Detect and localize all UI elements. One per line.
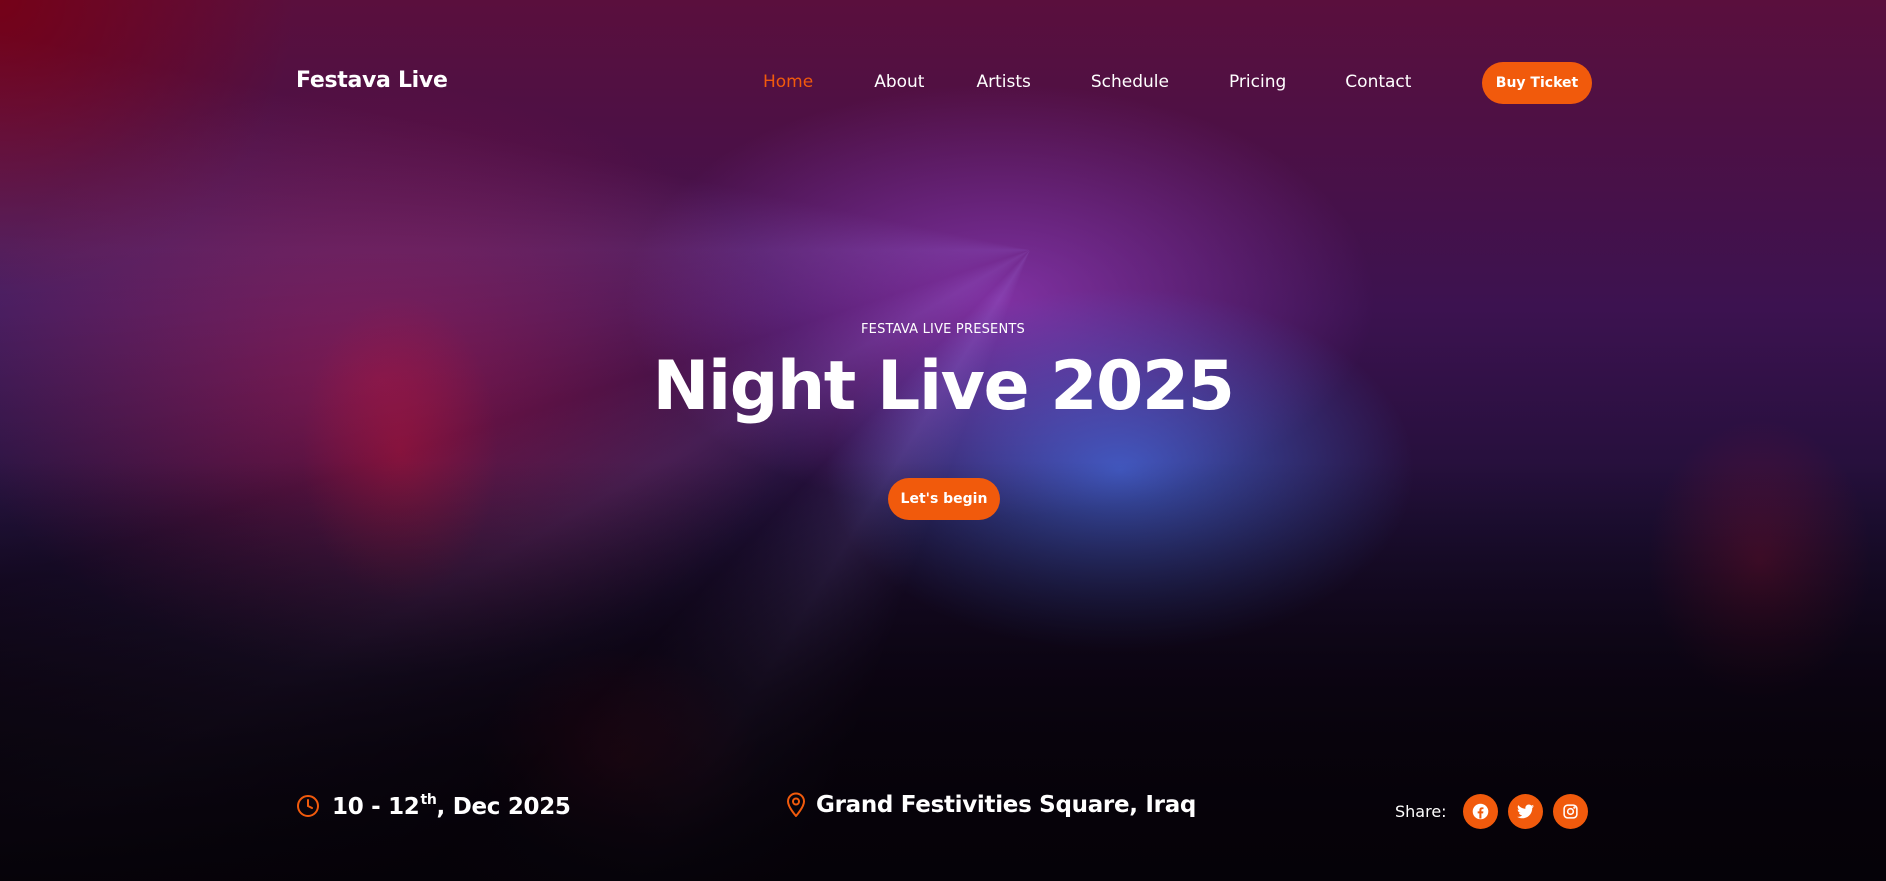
event-date: 10 - 12th, Dec 2025 [296,792,571,820]
lets-begin-button[interactable]: Let's begin [888,478,1000,520]
crowd-silhouette [0,461,1886,881]
event-location-text: Grand Festivities Square, Iraq [816,792,1197,818]
nav-pricing[interactable]: Pricing [1229,72,1286,92]
nav-artists[interactable]: Artists [976,72,1030,92]
map-pin-icon [786,792,806,818]
nav-about[interactable]: About [874,72,924,92]
hero-title: Night Live 2025 [652,347,1236,426]
main-nav: Home About Artists Schedule Pricing Cont… [763,72,1411,92]
nav-schedule[interactable]: Schedule [1091,72,1169,92]
share-bar: Share: [1395,794,1598,829]
event-location: Grand Festivities Square, Iraq [786,792,1196,818]
brand-logo[interactable]: Festava Live [296,68,448,93]
nav-home[interactable]: Home [763,72,813,92]
facebook-icon[interactable] [1462,794,1498,829]
instagram-icon[interactable] [1552,794,1588,829]
share-label: Share: [1395,802,1447,821]
nav-contact[interactable]: Contact [1345,72,1411,92]
twitter-icon[interactable] [1507,794,1543,829]
clock-icon [296,794,320,818]
event-date-text: 10 - 12th, Dec 2025 [332,792,571,820]
hero-section: Festava Live Home About Artists Schedule… [0,0,1886,881]
buy-ticket-button[interactable]: Buy Ticket [1482,62,1592,104]
hero-subtitle: FESTAVA LIVE PRESENTS [860,322,1025,337]
